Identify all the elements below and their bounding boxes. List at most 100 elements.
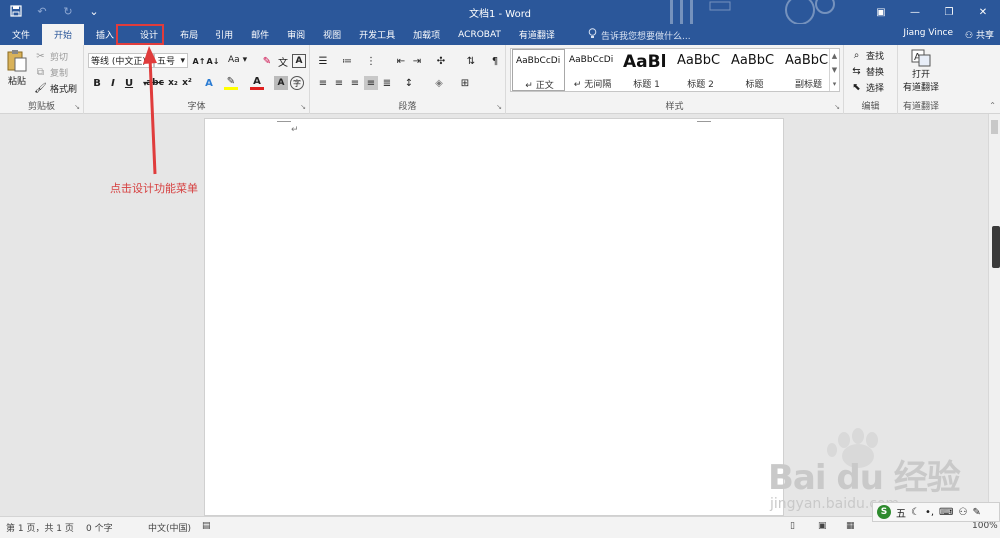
dialog-launcher-icon[interactable]: ↘ — [74, 103, 80, 111]
share-button[interactable]: ⚇ 共享 — [965, 28, 994, 41]
side-panel-handle[interactable] — [992, 226, 1000, 268]
distributed-icon[interactable]: ≣ — [380, 76, 394, 90]
zoom-level[interactable]: 100% — [972, 521, 998, 531]
style-heading-2[interactable]: AaBbC 标题 2 — [674, 49, 727, 91]
keyboard-icon[interactable]: ⌨ — [939, 507, 953, 518]
tab-references[interactable]: 引用 — [206, 24, 242, 45]
collapse-ribbon-icon[interactable]: ⌃ — [989, 101, 996, 110]
minimize-icon[interactable]: — — [898, 0, 932, 24]
change-case-button[interactable]: Aa ▾ — [228, 55, 247, 65]
tab-review[interactable]: 审阅 — [278, 24, 314, 45]
tab-file[interactable]: 文件 — [0, 24, 42, 45]
show-marks-icon[interactable]: ¶ — [488, 54, 502, 68]
replace-button[interactable]: ⇆ 替换 — [850, 65, 884, 78]
dialog-launcher-icon[interactable]: ↘ — [300, 103, 306, 111]
align-left-icon[interactable]: ≡ — [316, 76, 330, 90]
tell-me-box[interactable]: 告诉我您想要做什么... — [588, 28, 691, 42]
style-subtitle[interactable]: AaBbC 副标题 — [782, 49, 835, 91]
character-border-icon[interactable]: A — [292, 54, 306, 68]
ribbon-display-options-icon[interactable]: ▣ — [864, 0, 898, 24]
punctuation-icon[interactable]: •, — [925, 507, 934, 518]
user-icon[interactable]: ⚇ — [958, 507, 967, 518]
user-name[interactable]: Jiang Vince — [903, 28, 953, 41]
close-icon[interactable]: ✕ — [966, 0, 1000, 24]
chevron-down-icon[interactable]: ▼ — [832, 66, 837, 74]
format-painter-button[interactable]: 🖌 格式刷 — [34, 82, 77, 95]
tab-view[interactable]: 视图 — [314, 24, 350, 45]
print-layout-icon[interactable]: ▣ — [818, 521, 827, 531]
sort-icon[interactable]: ⇅ — [464, 54, 478, 68]
font-color-icon[interactable]: A — [250, 76, 264, 90]
borders-icon[interactable]: ⊞ — [458, 76, 472, 90]
gallery-more-icon[interactable]: ▾ — [833, 80, 837, 88]
grow-font-icon[interactable]: A↑ — [192, 54, 206, 68]
shrink-font-icon[interactable]: A↓ — [206, 54, 220, 68]
bold-icon[interactable]: B — [90, 76, 104, 90]
italic-icon[interactable]: I — [106, 76, 120, 90]
scroll-thumb[interactable] — [991, 120, 998, 134]
annotation-arrow — [143, 46, 157, 175]
select-button[interactable]: ⬉ 选择 — [850, 81, 884, 94]
status-bar: 第 1 页，共 1 页 0 个字 中文(中国) ▤ ▯ ▣ ▦ 100% — [0, 516, 1000, 538]
editing-group-label: 编辑 — [861, 102, 880, 112]
cut-button[interactable]: ✂ 剪切 — [34, 50, 68, 63]
increase-indent-icon[interactable]: ⇥ — [410, 54, 424, 68]
align-right-icon[interactable]: ≡ — [348, 76, 362, 90]
document-page[interactable]: ↵ — [204, 118, 784, 516]
enclose-characters-icon[interactable]: 字 — [290, 76, 304, 90]
character-shading-icon[interactable]: A — [274, 76, 288, 90]
tab-mailings[interactable]: 邮件 — [242, 24, 278, 45]
decrease-indent-icon[interactable]: ⇤ — [394, 54, 408, 68]
gallery-scroll[interactable]: ▲ ▼ ▾ — [829, 49, 839, 91]
tab-developer[interactable]: 开发工具 — [350, 24, 404, 45]
styles-gallery: AaBbCcDi ↵ 正文 AaBbCcDi ↵ 无间隔 AaBl 标题 1 A… — [510, 48, 840, 92]
paragraph-group-label: 段落 — [398, 102, 417, 112]
justify-icon[interactable]: ≡ — [364, 76, 378, 90]
dialog-launcher-icon[interactable]: ↘ — [496, 103, 502, 111]
sogou-logo-icon[interactable]: S — [877, 505, 891, 519]
read-mode-icon[interactable]: ▯ — [790, 521, 795, 531]
vertical-scrollbar[interactable] — [988, 114, 1000, 516]
page-count[interactable]: 第 1 页，共 1 页 — [6, 521, 74, 534]
restore-icon[interactable]: ❐ — [932, 0, 966, 24]
highlight-color-icon[interactable]: ✎ — [224, 76, 238, 90]
language-indicator[interactable]: 中文(中国) — [148, 521, 191, 534]
align-center-icon[interactable]: ≡ — [332, 76, 346, 90]
word-count[interactable]: 0 个字 — [86, 521, 113, 534]
chinese-layout-icon[interactable]: ✣ — [434, 54, 448, 68]
shading-icon[interactable]: ◈ — [432, 76, 446, 90]
bullets-icon[interactable]: ☰ — [316, 54, 330, 68]
style-no-spacing[interactable]: AaBbCcDi ↵ 无间隔 — [566, 49, 619, 91]
tools-icon[interactable]: ✎ — [972, 507, 980, 518]
open-youdao-button[interactable]: A 打开 有道翻译 — [902, 49, 940, 93]
tab-home[interactable]: 开始 — [42, 24, 85, 45]
dialog-launcher-icon[interactable]: ↘ — [834, 103, 840, 111]
web-layout-icon[interactable]: ▦ — [846, 521, 855, 531]
tab-addins[interactable]: 加载项 — [404, 24, 449, 45]
style-heading-1[interactable]: AaBl 标题 1 — [620, 49, 673, 91]
line-spacing-icon[interactable]: ↕ — [402, 76, 416, 90]
text-effects-icon[interactable]: A — [202, 76, 216, 90]
multilevel-list-icon[interactable]: ⋮ — [364, 54, 378, 68]
macro-record-icon[interactable]: ▤ — [202, 521, 211, 531]
chevron-up-icon[interactable]: ▲ — [832, 52, 837, 60]
copy-button[interactable]: ⧉ 复制 — [34, 66, 68, 79]
numbering-icon[interactable]: ≔ — [340, 54, 354, 68]
tab-youdao[interactable]: 有道翻译 — [510, 24, 564, 45]
paragraph-mark: ↵ — [291, 125, 299, 135]
clear-formatting-icon[interactable]: ✎ — [260, 54, 274, 68]
font-group-label: 字体 — [187, 102, 206, 112]
tab-layout[interactable]: 布局 — [172, 24, 206, 45]
style-title[interactable]: AaBbC 标题 — [728, 49, 781, 91]
style-normal[interactable]: AaBbCcDi ↵ 正文 — [512, 49, 565, 91]
ime-mode[interactable]: 五 — [896, 505, 906, 520]
find-button[interactable]: ⌕ 查找 — [850, 49, 884, 62]
copy-icon: ⧉ — [36, 67, 45, 78]
superscript-icon[interactable]: x² — [180, 76, 194, 90]
underline-icon[interactable]: U — [122, 76, 136, 90]
phonetic-guide-icon[interactable]: 文 — [276, 54, 290, 69]
tell-me-text: 告诉我您想要做什么... — [601, 31, 691, 42]
paste-button[interactable]: 粘贴 — [6, 49, 28, 87]
moon-icon[interactable]: ☾ — [911, 507, 920, 518]
tab-acrobat[interactable]: ACROBAT — [449, 24, 510, 45]
